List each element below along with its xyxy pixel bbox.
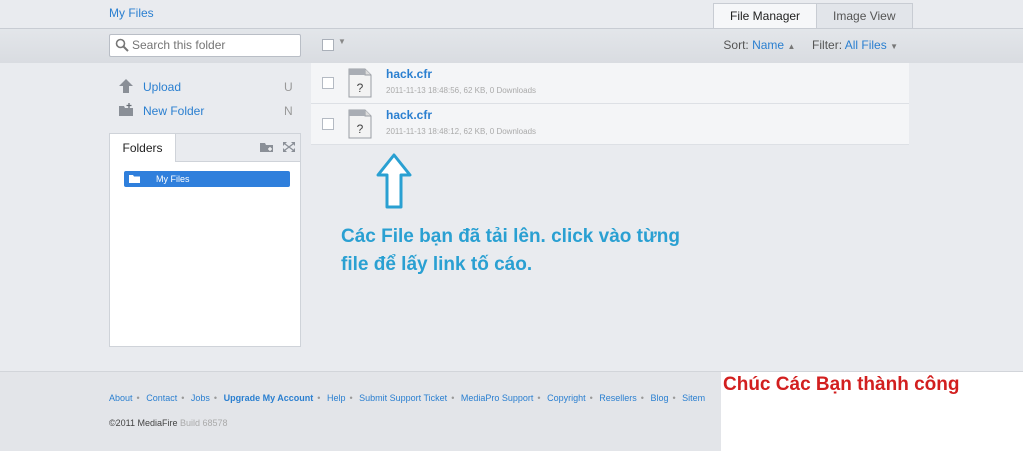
sort-filter-bar: Sort: Name ▲ Filter: All Files ▼ [723,38,898,52]
expand-icon[interactable] [282,141,296,153]
search-icon [115,38,129,52]
sort-label: Sort: [723,38,749,52]
copyright-text: ©2011 MediaFire [109,418,178,428]
search-box [109,34,301,57]
annotation-text: Các File bạn đã tải lên. click vào từng … [341,223,741,279]
upload-label: Upload [143,80,182,94]
folders-panel-header: Folders [110,134,300,162]
add-folder-icon[interactable] [260,141,274,153]
footer-link-mediapro[interactable]: MediaPro Support [461,393,534,403]
new-folder-shortcut: N [284,104,293,118]
footer-link-copyright[interactable]: Copyright [547,393,586,403]
sort-dropdown[interactable]: Name [752,38,784,52]
file-list: ? hack.cfr 2011-11-13 18:48:56, 62 KB, 0… [311,63,909,145]
new-folder-icon [119,103,133,116]
note-text: Chúc Các Bạn thành công [723,374,960,395]
file-name-link[interactable]: hack.cfr [386,108,432,122]
folders-panel: Folders My Files [109,133,301,347]
footer-link-contact[interactable]: Contact [146,393,177,403]
new-folder-action[interactable]: New Folder N [118,102,298,120]
select-all-checkbox[interactable] [322,39,334,51]
footer-link-resellers[interactable]: Resellers [599,393,637,403]
toolbar: ▼ Sort: Name ▲ Filter: All Files ▼ [0,28,1023,64]
folders-tab[interactable]: Folders [110,134,176,162]
note-box: Chúc Các Bạn thành công [721,372,1023,451]
file-checkbox[interactable] [322,77,334,89]
up-arrow-annotation-icon [376,153,412,209]
unknown-file-icon: ? [348,68,372,98]
sort-ascending-icon[interactable]: ▲ [787,42,795,51]
search-input[interactable] [132,37,292,53]
upload-shortcut: U [284,80,293,94]
upload-action[interactable]: Upload U [118,78,298,96]
filter-dropdown[interactable]: All Files [845,38,887,52]
folder-tree-item-my-files[interactable]: My Files [124,171,290,187]
footer-link-blog[interactable]: Blog [650,393,668,403]
footer-link-upgrade[interactable]: Upgrade My Account [224,393,314,403]
top-bar: My Files File Manager Image View [0,0,1023,28]
tab-image-view[interactable]: Image View [817,3,913,28]
file-checkbox[interactable] [322,118,334,130]
footer-link-sitemap[interactable]: Sitem [682,393,705,403]
unknown-file-icon: ? [348,109,372,139]
main-area: Upload U New Folder N Folders My Files ?… [0,63,1023,371]
filter-caret-icon[interactable]: ▼ [890,42,898,51]
build-number: Build 68578 [180,418,228,428]
tab-file-manager[interactable]: File Manager [713,3,818,28]
file-row[interactable]: ? hack.cfr 2011-11-13 18:48:56, 62 KB, 0… [311,63,909,104]
copyright: ©2011 MediaFire Build 68578 [109,418,228,428]
footer: About • Contact • Jobs • Upgrade My Account… [0,371,1023,451]
file-row[interactable]: ? hack.cfr 2011-11-13 18:48:12, 62 KB, 0… [311,104,909,145]
file-meta: 2011-11-13 18:48:56, 62 KB, 0 Downloads [386,86,537,95]
folder-open-icon [129,175,140,183]
footer-link-about[interactable]: About [109,393,133,403]
file-name-link[interactable]: hack.cfr [386,67,432,81]
footer-link-support-ticket[interactable]: Submit Support Ticket [359,393,447,403]
upload-arrow-icon [119,79,133,93]
folder-tree-label: My Files [156,174,190,184]
select-menu-caret-icon[interactable]: ▼ [338,37,346,46]
footer-link-jobs[interactable]: Jobs [191,393,210,403]
new-folder-label: New Folder [143,104,205,118]
svg-text:?: ? [357,81,364,95]
breadcrumb[interactable]: My Files [109,6,154,20]
svg-text:?: ? [357,122,364,136]
footer-links: About • Contact • Jobs • Upgrade My Account… [109,393,706,403]
annotation-line-2: file để lấy link tố cáo. [341,254,533,275]
footer-link-help[interactable]: Help [327,393,346,403]
view-tabs: File Manager Image View [713,3,913,28]
filter-label: Filter: [812,38,843,52]
file-meta: 2011-11-13 18:48:12, 62 KB, 0 Downloads [386,127,537,136]
annotation-line-1: Các File bạn đã tải lên. click vào từng [341,226,680,247]
